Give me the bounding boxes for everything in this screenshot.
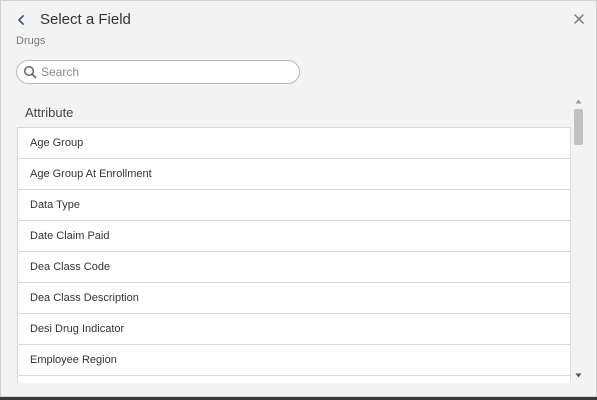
list-item-label: Employee Region xyxy=(30,354,117,366)
list-item[interactable]: Dea Class Code xyxy=(17,252,571,283)
list-item-label: Age Group At Enrollment xyxy=(30,168,152,180)
list-scrollbar[interactable] xyxy=(572,97,585,383)
list-item[interactable]: Age Group At Enrollment xyxy=(17,159,571,190)
list-item-label: Data Type xyxy=(30,199,80,211)
field-list: Age Group Age Group At Enrollment Data T… xyxy=(17,127,571,383)
list-item-label: Desi Drug Indicator xyxy=(30,323,125,335)
list-item[interactable]: Employee Region xyxy=(17,345,571,376)
chevron-left-icon xyxy=(18,15,24,25)
list-item-label: Age Group xyxy=(30,137,84,149)
list-item[interactable]: Desi Drug Indicator xyxy=(17,314,571,345)
back-button[interactable] xyxy=(13,11,29,29)
close-button[interactable] xyxy=(572,12,586,26)
list-item-label: Dea Class Code xyxy=(30,261,111,273)
section-heading: Attribute xyxy=(25,105,74,120)
list-item[interactable] xyxy=(17,376,571,383)
list-item-label: Dea Class Description xyxy=(30,292,139,304)
close-icon xyxy=(574,14,584,24)
list-item[interactable]: Age Group xyxy=(17,128,571,159)
select-field-dialog: Select a Field Drugs Attribute Age Group… xyxy=(0,0,597,397)
search-icon xyxy=(23,65,37,79)
list-item[interactable]: Data Type xyxy=(17,190,571,221)
search-input[interactable] xyxy=(41,63,291,81)
scroll-up-arrow-icon[interactable] xyxy=(574,97,583,106)
dialog-header: Select a Field xyxy=(1,1,596,37)
list-item[interactable]: Dea Class Description xyxy=(17,283,571,314)
search-box[interactable] xyxy=(16,60,300,84)
scroll-down-arrow-icon[interactable] xyxy=(574,371,583,380)
list-item[interactable]: Date Claim Paid xyxy=(17,221,571,252)
dialog-subtitle: Drugs xyxy=(16,35,46,47)
scroll-thumb[interactable] xyxy=(574,109,583,145)
dialog-title: Select a Field xyxy=(40,11,131,28)
list-item-label: Date Claim Paid xyxy=(30,230,110,242)
